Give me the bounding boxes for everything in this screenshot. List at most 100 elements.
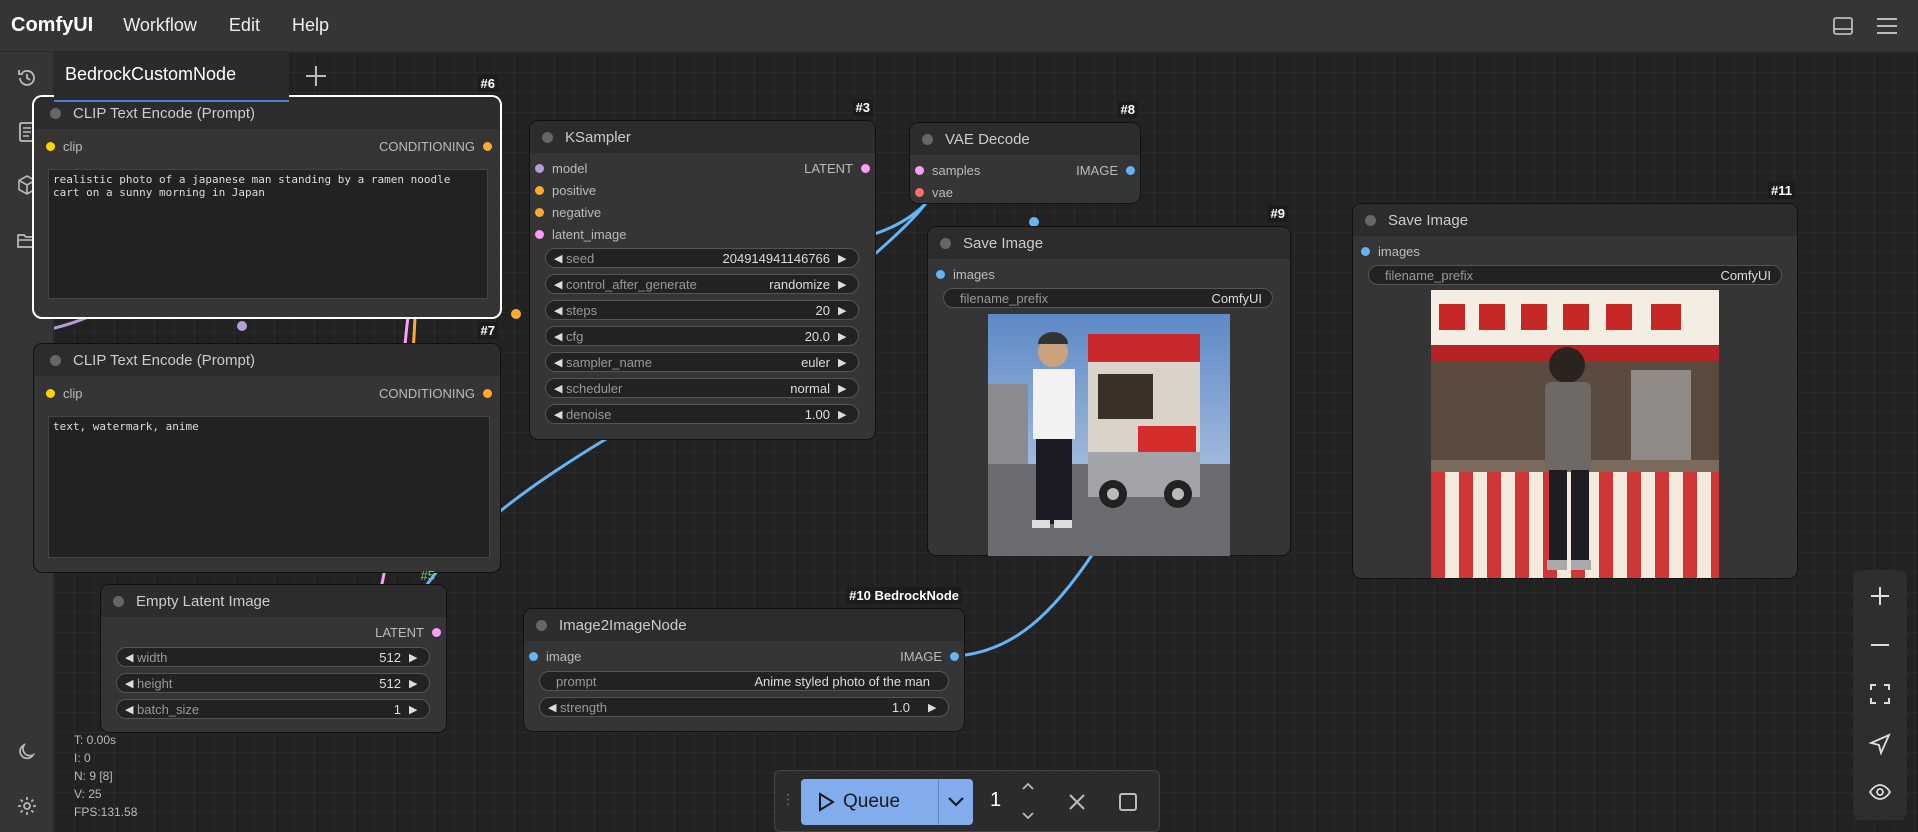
increment-arrow-icon[interactable]: ▶ bbox=[409, 651, 421, 664]
output-slot-latent[interactable]: LATENT bbox=[804, 161, 870, 176]
widget-seed[interactable]: ◀ seed 204914941146766 ▶ bbox=[545, 248, 859, 268]
increment-arrow-icon[interactable]: ▶ bbox=[928, 701, 940, 714]
input-slot-image[interactable]: image bbox=[529, 649, 581, 664]
increment-arrow-icon[interactable]: ▶ bbox=[838, 356, 850, 369]
select-mode-send-icon[interactable] bbox=[1866, 730, 1894, 758]
collapse-dot[interactable] bbox=[922, 133, 933, 145]
collapse-dot[interactable] bbox=[1365, 214, 1376, 226]
input-slot-negative[interactable]: negative bbox=[535, 205, 601, 220]
collapse-dot[interactable] bbox=[940, 237, 951, 249]
input-slot-samples[interactable]: samples bbox=[915, 163, 980, 178]
increment-arrow-icon[interactable]: ▶ bbox=[838, 330, 850, 343]
decrement-arrow-icon[interactable]: ◀ bbox=[548, 701, 560, 714]
output-slot-image[interactable]: IMAGE bbox=[900, 649, 959, 664]
toggle-links-eye-icon[interactable] bbox=[1866, 778, 1894, 806]
widget-sampler-name[interactable]: ◀ sampler_name euler ▶ bbox=[545, 352, 859, 372]
zoom-in-plus-icon[interactable] bbox=[1866, 582, 1894, 610]
input-slot-images[interactable]: images bbox=[1361, 244, 1420, 259]
decrement-arrow-icon[interactable]: ◀ bbox=[554, 356, 566, 369]
node-image2image[interactable]: #10 BedrockNode Image2ImageNode image IM… bbox=[524, 587, 964, 731]
widget-filename-prefix[interactable]: filename_prefix ComfyUI bbox=[943, 288, 1273, 308]
widget-prompt[interactable]: prompt Anime styled photo of the man bbox=[539, 671, 949, 691]
node-ksampler[interactable]: #3 KSampler model positive negative late… bbox=[530, 99, 875, 439]
increment-arrow-icon[interactable]: ▶ bbox=[409, 703, 421, 716]
widget-batch-size[interactable]: ◀ batch_size 1 ▶ bbox=[116, 699, 430, 719]
input-slot-vae[interactable]: vae bbox=[915, 185, 953, 200]
output-slot-conditioning[interactable]: CONDITIONING bbox=[379, 139, 492, 154]
node-title-bar[interactable]: Save Image bbox=[928, 227, 1290, 259]
queue-button[interactable]: Queue bbox=[801, 779, 973, 825]
node-empty-latent-image[interactable]: #5 Empty Latent Image LATENT ◀ width 512 ▶ … bbox=[101, 568, 446, 732]
widget-denoise[interactable]: ◀ denoise 1.00 ▶ bbox=[545, 404, 859, 424]
increment-arrow-icon[interactable]: ▶ bbox=[838, 278, 850, 291]
output-image-preview-photo[interactable] bbox=[988, 314, 1230, 556]
decrement-arrow-icon[interactable]: ◀ bbox=[554, 330, 566, 343]
settings-gear-icon[interactable] bbox=[14, 793, 40, 819]
decrement-arrow-icon[interactable]: ◀ bbox=[125, 677, 137, 690]
decrement-arrow-icon[interactable]: ◀ bbox=[554, 382, 566, 395]
chevron-down-small-icon[interactable] bbox=[1018, 805, 1038, 825]
node-title-bar[interactable]: VAE Decode bbox=[910, 123, 1140, 155]
input-slot-positive[interactable]: positive bbox=[535, 183, 596, 198]
cancel-x-icon[interactable] bbox=[1064, 789, 1090, 815]
widget-steps[interactable]: ◀ steps 20 ▶ bbox=[545, 300, 859, 320]
widget-height[interactable]: ◀ height 512 ▶ bbox=[116, 673, 430, 693]
menu-help[interactable]: Help bbox=[292, 15, 329, 36]
output-slot-latent[interactable]: LATENT bbox=[375, 625, 441, 640]
prompt-textarea[interactable]: text, watermark, anime bbox=[48, 416, 490, 558]
node-vae-decode[interactable]: #8 VAE Decode samples vae IMAGE bbox=[910, 101, 1140, 203]
hamburger-menu-icon[interactable] bbox=[1874, 13, 1900, 39]
node-clip-text-encode-negative[interactable]: #7 CLIP Text Encode (Prompt) clip CONDIT… bbox=[34, 322, 500, 572]
input-slot-clip[interactable]: clip bbox=[46, 386, 83, 401]
drag-handle-icon[interactable]: ⋮ bbox=[781, 791, 795, 808]
decrement-arrow-icon[interactable]: ◀ bbox=[554, 408, 566, 421]
node-title-bar[interactable]: Empty Latent Image bbox=[101, 585, 446, 617]
widget-scheduler[interactable]: ◀ scheduler normal ▶ bbox=[545, 378, 859, 398]
bottom-panel-toggle-icon[interactable] bbox=[1830, 13, 1856, 39]
input-slot-latent-image[interactable]: latent_image bbox=[535, 227, 626, 242]
fit-view-icon[interactable] bbox=[1866, 680, 1894, 708]
new-workflow-plus-icon[interactable] bbox=[302, 62, 330, 90]
widget-strength[interactable]: ◀ strength 1.0 ▶ bbox=[539, 697, 949, 717]
chevron-down-icon[interactable] bbox=[938, 779, 973, 825]
batch-count-input[interactable]: 1 bbox=[990, 789, 1001, 812]
increment-arrow-icon[interactable]: ▶ bbox=[838, 408, 850, 421]
theme-moon-icon[interactable] bbox=[14, 739, 40, 765]
zoom-out-minus-icon[interactable] bbox=[1866, 631, 1894, 659]
input-slot-images[interactable]: images bbox=[936, 267, 995, 282]
increment-arrow-icon[interactable]: ▶ bbox=[838, 382, 850, 395]
decrement-arrow-icon[interactable]: ◀ bbox=[554, 278, 566, 291]
widget-width[interactable]: ◀ width 512 ▶ bbox=[116, 647, 430, 667]
output-slot-conditioning[interactable]: CONDITIONING bbox=[379, 386, 492, 401]
node-title-bar[interactable]: KSampler bbox=[530, 121, 875, 153]
stop-square-icon[interactable] bbox=[1115, 789, 1141, 815]
prompt-textarea[interactable]: realistic photo of a japanese man standi… bbox=[48, 169, 488, 299]
node-save-image-11[interactable]: #11 Save Image images filename_prefix Com… bbox=[1353, 182, 1797, 578]
node-title-bar[interactable]: CLIP Text Encode (Prompt) bbox=[34, 344, 500, 376]
widget-control-after-generate[interactable]: ◀ control_after_generate randomize ▶ bbox=[545, 274, 859, 294]
collapse-dot[interactable] bbox=[536, 619, 547, 631]
collapse-dot[interactable] bbox=[542, 131, 553, 143]
workflow-tab[interactable]: BedrockCustomNode bbox=[54, 52, 289, 102]
widget-cfg[interactable]: ◀ cfg 20.0 ▶ bbox=[545, 326, 859, 346]
output-image-preview-anime[interactable] bbox=[1431, 290, 1719, 578]
collapse-dot[interactable] bbox=[50, 354, 61, 366]
input-slot-model[interactable]: model bbox=[535, 161, 587, 176]
widget-filename-prefix[interactable]: filename_prefix ComfyUI bbox=[1368, 265, 1782, 285]
history-icon[interactable] bbox=[14, 65, 40, 91]
menu-edit[interactable]: Edit bbox=[229, 15, 260, 36]
increment-arrow-icon[interactable]: ▶ bbox=[838, 252, 850, 265]
collapse-dot[interactable] bbox=[113, 595, 124, 607]
decrement-arrow-icon[interactable]: ◀ bbox=[125, 703, 137, 716]
menu-workflow[interactable]: Workflow bbox=[123, 15, 197, 36]
node-save-image-9[interactable]: #9 Save Image images filename_prefix Comf… bbox=[928, 205, 1290, 556]
increment-arrow-icon[interactable]: ▶ bbox=[838, 304, 850, 317]
decrement-arrow-icon[interactable]: ◀ bbox=[125, 651, 137, 664]
node-clip-text-encode-positive[interactable]: #6 CLIP Text Encode (Prompt) clip CONDIT… bbox=[34, 75, 500, 317]
decrement-arrow-icon[interactable]: ◀ bbox=[554, 304, 566, 317]
increment-arrow-icon[interactable]: ▶ bbox=[409, 677, 421, 690]
chevron-up-icon[interactable] bbox=[1018, 776, 1038, 796]
output-slot-image[interactable]: IMAGE bbox=[1076, 163, 1135, 178]
input-slot-clip[interactable]: clip bbox=[46, 139, 83, 154]
collapse-dot[interactable] bbox=[50, 107, 61, 119]
